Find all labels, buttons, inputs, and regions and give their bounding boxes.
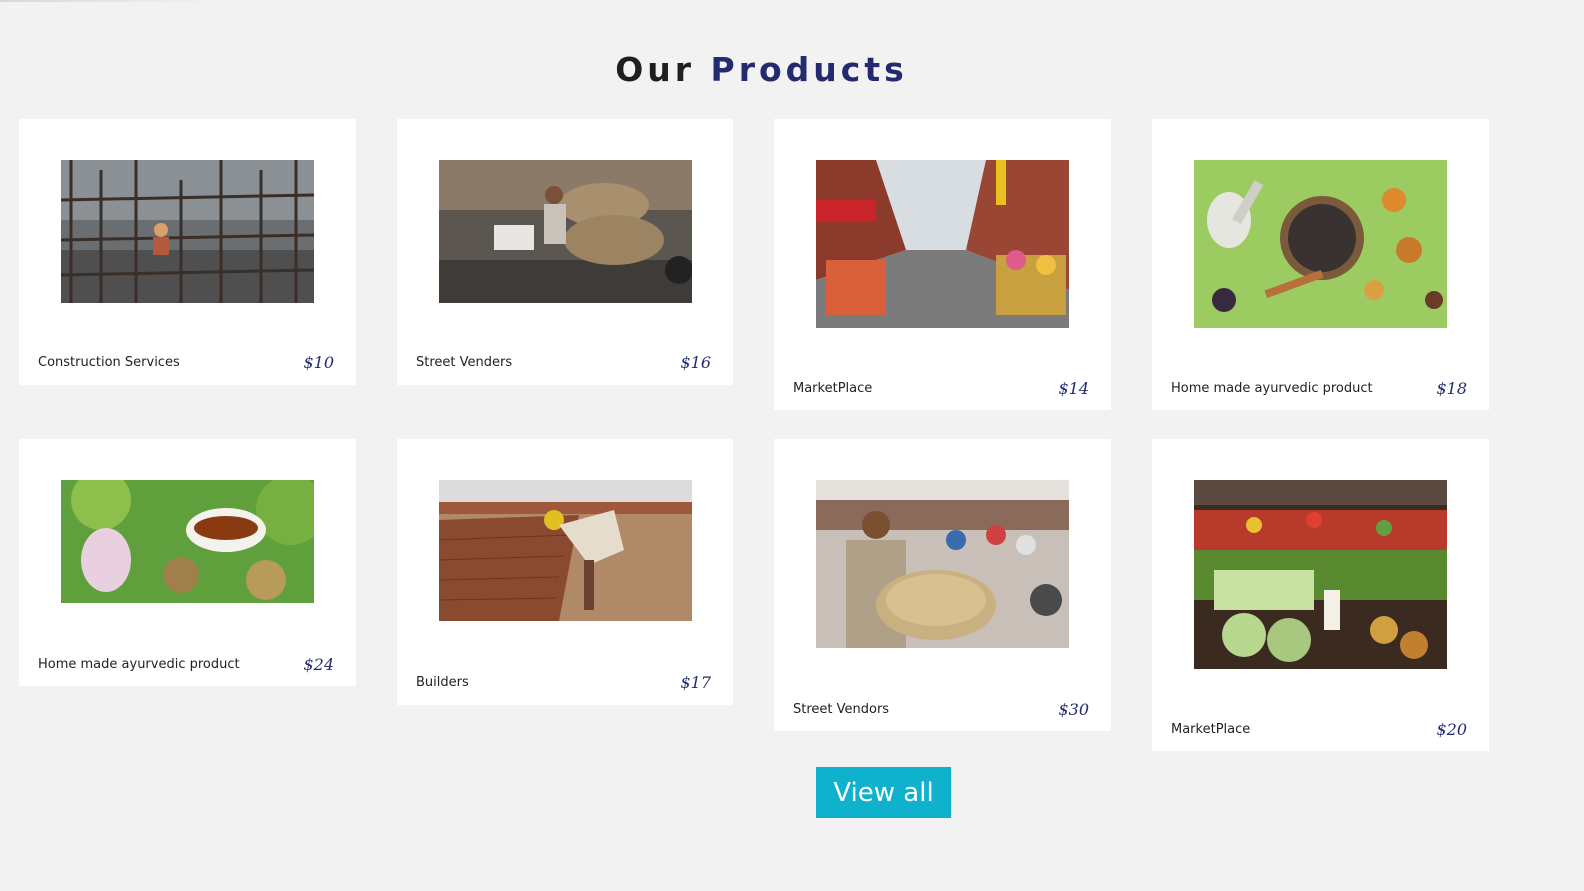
product-card[interactable]: Builders $17 (397, 439, 733, 705)
product-image (61, 480, 314, 603)
product-price: $18 (1436, 379, 1467, 398)
product-image (1194, 480, 1447, 669)
product-card[interactable]: Construction Services $10 (19, 119, 356, 385)
view-all-button[interactable]: View all (816, 767, 951, 818)
product-card[interactable]: Home made ayurvedic product $18 (1152, 119, 1489, 410)
product-name: Home made ayurvedic product (38, 657, 240, 672)
top-progress-line (0, 0, 220, 2)
product-price: $24 (303, 655, 334, 674)
product-name: Builders (416, 675, 469, 690)
product-card[interactable]: Street Venders $16 (397, 119, 733, 385)
product-card[interactable]: MarketPlace $20 (1152, 439, 1489, 751)
product-name: Street Venders (416, 355, 513, 370)
section-title-main: Our (615, 50, 696, 89)
product-name: MarketPlace (1171, 722, 1251, 737)
product-price: $14 (1058, 379, 1089, 398)
section-title-accent: Products (710, 50, 908, 89)
product-image (816, 160, 1069, 328)
product-image (1194, 160, 1447, 328)
product-name: Construction Services (38, 355, 180, 370)
product-name: Street Vendors (793, 702, 890, 717)
product-price: $10 (303, 353, 334, 372)
product-image (61, 160, 314, 303)
product-price: $17 (680, 673, 711, 692)
product-image (439, 160, 692, 303)
product-name: Home made ayurvedic product (1171, 381, 1373, 396)
product-price: $30 (1058, 700, 1089, 719)
product-price: $16 (680, 353, 711, 372)
product-image (439, 480, 692, 621)
product-card[interactable]: Street Vendors $30 (774, 439, 1111, 731)
product-card[interactable]: Home made ayurvedic product $24 (19, 439, 356, 686)
section-title: Our Products (0, 50, 1523, 89)
product-price: $20 (1436, 720, 1467, 739)
product-image (816, 480, 1069, 648)
product-card[interactable]: MarketPlace $14 (774, 119, 1111, 410)
product-name: MarketPlace (793, 381, 873, 396)
